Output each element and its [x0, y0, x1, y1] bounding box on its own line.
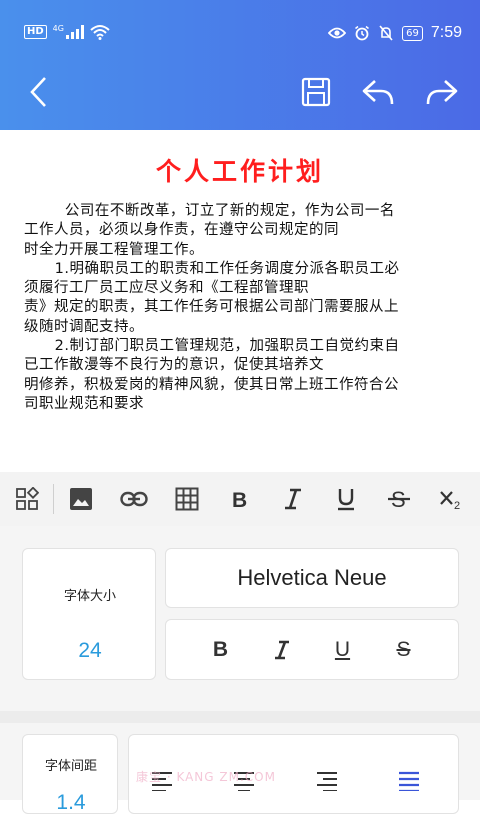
blocks-button[interactable]: [0, 472, 53, 526]
back-button[interactable]: [18, 72, 58, 112]
subscript-button[interactable]: 2: [425, 472, 478, 526]
back-icon: [30, 77, 46, 107]
app-header: HD 4G 69 7:59: [0, 0, 480, 130]
svg-text:2: 2: [454, 500, 460, 510]
align-justify-icon: [398, 771, 419, 793]
italic-button[interactable]: [266, 472, 319, 526]
battery-indicator: 69: [402, 25, 423, 41]
undo-icon: [362, 80, 394, 105]
align-right-button[interactable]: [315, 771, 355, 801]
network-type: 4G: [52, 24, 64, 33]
bold-button[interactable]: B: [213, 472, 266, 526]
panel-bold-button[interactable]: B: [199, 628, 243, 672]
strikethrough-button[interactable]: S: [372, 472, 425, 526]
status-time: 7:59: [430, 24, 462, 41]
undo-button[interactable]: [358, 72, 398, 112]
italic-icon: [274, 640, 289, 659]
letter-spacing-label: 字体间距: [44, 759, 97, 774]
italic-icon: [284, 488, 301, 510]
blocks-icon: [15, 487, 39, 510]
font-settings-panel: 字体大小 24 Helvetica Neue B U S 字体间距 1.4 康宝…: [0, 526, 480, 814]
save-icon: [301, 77, 331, 107]
document-title[interactable]: 个人工作计划: [0, 152, 480, 188]
text-style-group: B U S: [165, 619, 459, 680]
underline-button[interactable]: [319, 472, 372, 526]
panel-strikethrough-button[interactable]: S: [382, 628, 426, 672]
svg-text:B: B: [232, 489, 247, 509]
save-button[interactable]: [296, 72, 336, 112]
eye-icon: [328, 27, 347, 39]
alarm-icon: [355, 25, 370, 41]
document-body[interactable]: 公司在不断改革，订立了新的规定，作为公司一名 工作人员，必须以身作责，在遵守公司…: [24, 202, 460, 414]
image-icon: [69, 488, 92, 510]
redo-icon: [426, 80, 458, 105]
panel-bold-glyph: B: [212, 637, 229, 661]
wifi-icon: [90, 25, 110, 40]
insert-link-button[interactable]: [107, 472, 160, 526]
font-family-select[interactable]: Helvetica Neue: [165, 548, 459, 608]
table-icon: [175, 487, 198, 511]
document-editor[interactable]: 个人工作计划 公司在不断改革，订立了新的规定，作为公司一名 工作人员，必须以身作…: [0, 130, 480, 470]
panel-strikethrough-glyph: S: [396, 637, 411, 661]
signal-icon: [65, 25, 84, 39]
panel-underline-button[interactable]: U: [321, 628, 365, 672]
font-size-card[interactable]: 字体大小 24: [22, 548, 156, 680]
strikethrough-icon: S: [387, 487, 410, 511]
underline-icon: [337, 489, 354, 511]
align-justify-button[interactable]: [397, 771, 437, 801]
font-size-label: 字体大小: [63, 589, 116, 604]
format-toolbar: B S 2: [0, 472, 480, 526]
panel-divider: [0, 711, 480, 723]
redo-button[interactable]: [422, 72, 462, 112]
network-badge: HD: [24, 25, 47, 39]
insert-image-button[interactable]: [54, 472, 107, 526]
panel-underline-glyph: U: [334, 637, 351, 661]
bold-icon: B: [232, 489, 247, 509]
insert-table-button[interactable]: [160, 472, 213, 526]
watermark-text: 康宝 · KANG ZM.COM: [136, 770, 276, 784]
mute-bell-icon: [379, 25, 393, 41]
link-icon: [119, 491, 148, 507]
letter-spacing-card[interactable]: 字体间距 1.4: [22, 734, 118, 814]
subscript-icon: 2: [439, 491, 460, 510]
font-size-value[interactable]: 24: [23, 639, 157, 663]
align-right-icon: [316, 772, 337, 792]
letter-spacing-value[interactable]: 1.4: [23, 791, 119, 815]
panel-italic-button[interactable]: [260, 628, 304, 672]
status-bar: HD 4G 69 7:59: [0, 0, 480, 70]
